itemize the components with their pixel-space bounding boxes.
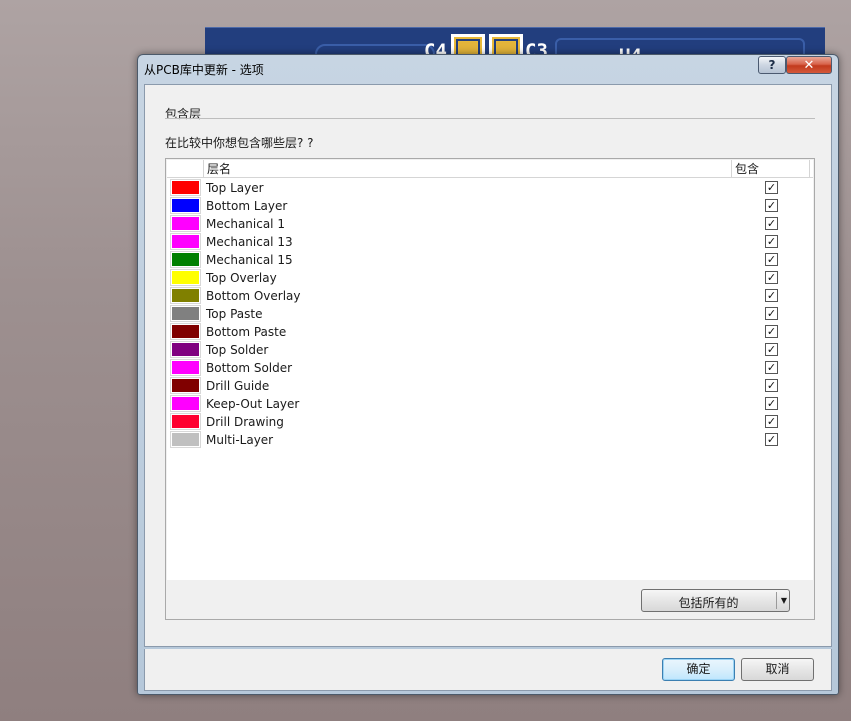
include-checkbox[interactable]: ✓ bbox=[765, 271, 778, 284]
layer-color-swatch bbox=[170, 215, 201, 232]
layer-color-swatch bbox=[170, 305, 201, 322]
close-button[interactable]: ✕ bbox=[786, 56, 832, 74]
layer-rows: Top Layer ✓ Bottom Layer ✓ Mechanical 1 ✓ Mech… bbox=[167, 179, 813, 449]
help-icon: ? bbox=[768, 58, 776, 72]
layer-row[interactable]: Mechanical 13 ✓ bbox=[167, 233, 813, 251]
ok-button[interactable]: 确定 bbox=[662, 658, 735, 681]
layer-color-swatch bbox=[170, 323, 201, 340]
include-checkbox[interactable]: ✓ bbox=[765, 253, 778, 266]
include-checkbox[interactable]: ✓ bbox=[765, 325, 778, 338]
list-header: 层名 包含 bbox=[167, 160, 813, 178]
column-separator[interactable] bbox=[203, 160, 204, 178]
layer-row[interactable]: Top Solder ✓ bbox=[167, 341, 813, 359]
include-checkbox[interactable]: ✓ bbox=[765, 307, 778, 320]
layer-color-swatch bbox=[170, 359, 201, 376]
layer-name: Bottom Overlay bbox=[206, 289, 301, 303]
layer-name: Keep-Out Layer bbox=[206, 397, 300, 411]
chevron-down-icon[interactable]: ▼ bbox=[779, 595, 789, 607]
layer-color-swatch bbox=[170, 431, 201, 448]
layer-row[interactable]: Mechanical 15 ✓ bbox=[167, 251, 813, 269]
layer-name: Multi-Layer bbox=[206, 433, 274, 447]
close-icon: ✕ bbox=[803, 57, 815, 73]
include-all-label: 包括所有的 bbox=[678, 596, 739, 610]
layer-name: Mechanical 1 bbox=[206, 217, 285, 231]
section-header: 包含层 bbox=[165, 107, 202, 121]
include-checkbox[interactable]: ✓ bbox=[765, 361, 778, 374]
dialog-titlebar[interactable]: 从PCB库中更新 - 选项 ? ✕ bbox=[138, 55, 838, 83]
layer-color-swatch bbox=[170, 251, 201, 268]
layer-row[interactable]: Bottom Solder ✓ bbox=[167, 359, 813, 377]
include-checkbox[interactable]: ✓ bbox=[765, 433, 778, 446]
include-checkbox[interactable]: ✓ bbox=[765, 343, 778, 356]
layer-row[interactable]: Drill Guide ✓ bbox=[167, 377, 813, 395]
layer-row[interactable]: Mechanical 1 ✓ bbox=[167, 215, 813, 233]
layer-color-swatch bbox=[170, 269, 201, 286]
layer-list[interactable]: 层名 包含 Top Layer ✓ Bottom Layer ✓ Mechanical … bbox=[167, 160, 813, 580]
layer-color-swatch bbox=[170, 341, 201, 358]
layer-name: Top Paste bbox=[206, 307, 263, 321]
layer-row[interactable]: Keep-Out Layer ✓ bbox=[167, 395, 813, 413]
layer-name: Top Overlay bbox=[206, 271, 277, 285]
layer-row[interactable]: Bottom Overlay ✓ bbox=[167, 287, 813, 305]
include-checkbox[interactable]: ✓ bbox=[765, 379, 778, 392]
layer-name: Bottom Paste bbox=[206, 325, 287, 339]
layer-name: Bottom Solder bbox=[206, 361, 293, 375]
section-divider bbox=[165, 118, 815, 119]
include-all-dropdown[interactable]: 包括所有的 ▼ bbox=[641, 589, 790, 612]
dialog-footer: 确定 取消 bbox=[144, 649, 832, 691]
layer-color-swatch bbox=[170, 197, 201, 214]
include-checkbox[interactable]: ✓ bbox=[765, 199, 778, 212]
cancel-button[interactable]: 取消 bbox=[741, 658, 814, 681]
layer-group: 层名 包含 Top Layer ✓ Bottom Layer ✓ Mechanical … bbox=[165, 158, 815, 620]
include-checkbox[interactable]: ✓ bbox=[765, 235, 778, 248]
layer-name: Top Layer bbox=[206, 181, 264, 195]
help-button[interactable]: ? bbox=[758, 56, 786, 74]
layer-color-swatch bbox=[170, 395, 201, 412]
layer-color-swatch bbox=[170, 233, 201, 250]
layer-color-swatch bbox=[170, 377, 201, 394]
column-header-layer-name[interactable]: 层名 bbox=[207, 161, 231, 177]
layer-row[interactable]: Bottom Layer ✓ bbox=[167, 197, 813, 215]
layer-color-swatch bbox=[170, 413, 201, 430]
column-header-include[interactable]: 包含 bbox=[735, 161, 759, 177]
dialog-title: 从PCB库中更新 - 选项 bbox=[144, 63, 264, 77]
include-checkbox[interactable]: ✓ bbox=[765, 415, 778, 428]
dropdown-divider bbox=[776, 592, 777, 609]
layer-row[interactable]: Multi-Layer ✓ bbox=[167, 431, 813, 449]
layer-row[interactable]: Top Paste ✓ bbox=[167, 305, 813, 323]
column-separator bbox=[809, 160, 810, 178]
layer-name: Mechanical 13 bbox=[206, 235, 293, 249]
column-separator[interactable] bbox=[731, 160, 732, 178]
layer-name: Mechanical 15 bbox=[206, 253, 293, 267]
layer-name: Drill Drawing bbox=[206, 415, 284, 429]
layer-row[interactable]: Top Layer ✓ bbox=[167, 179, 813, 197]
layer-row[interactable]: Drill Drawing ✓ bbox=[167, 413, 813, 431]
include-checkbox[interactable]: ✓ bbox=[765, 289, 778, 302]
include-checkbox[interactable]: ✓ bbox=[765, 217, 778, 230]
dialog-content: 包含层 在比较中你想包含哪些层? ? 层名 包含 Top Layer ✓ Botto… bbox=[144, 84, 832, 647]
layer-name: Bottom Layer bbox=[206, 199, 288, 213]
layer-name: Top Solder bbox=[206, 343, 269, 357]
layer-row[interactable]: Bottom Paste ✓ bbox=[167, 323, 813, 341]
layer-name: Drill Guide bbox=[206, 379, 270, 393]
question-label: 在比较中你想包含哪些层? ? bbox=[165, 136, 314, 150]
layer-color-swatch bbox=[170, 179, 201, 196]
include-checkbox[interactable]: ✓ bbox=[765, 181, 778, 194]
layer-row[interactable]: Top Overlay ✓ bbox=[167, 269, 813, 287]
layer-color-swatch bbox=[170, 287, 201, 304]
update-from-pcb-library-options-dialog: 从PCB库中更新 - 选项 ? ✕ 包含层 在比较中你想包含哪些层? ? 层名 … bbox=[137, 54, 839, 695]
include-checkbox[interactable]: ✓ bbox=[765, 397, 778, 410]
